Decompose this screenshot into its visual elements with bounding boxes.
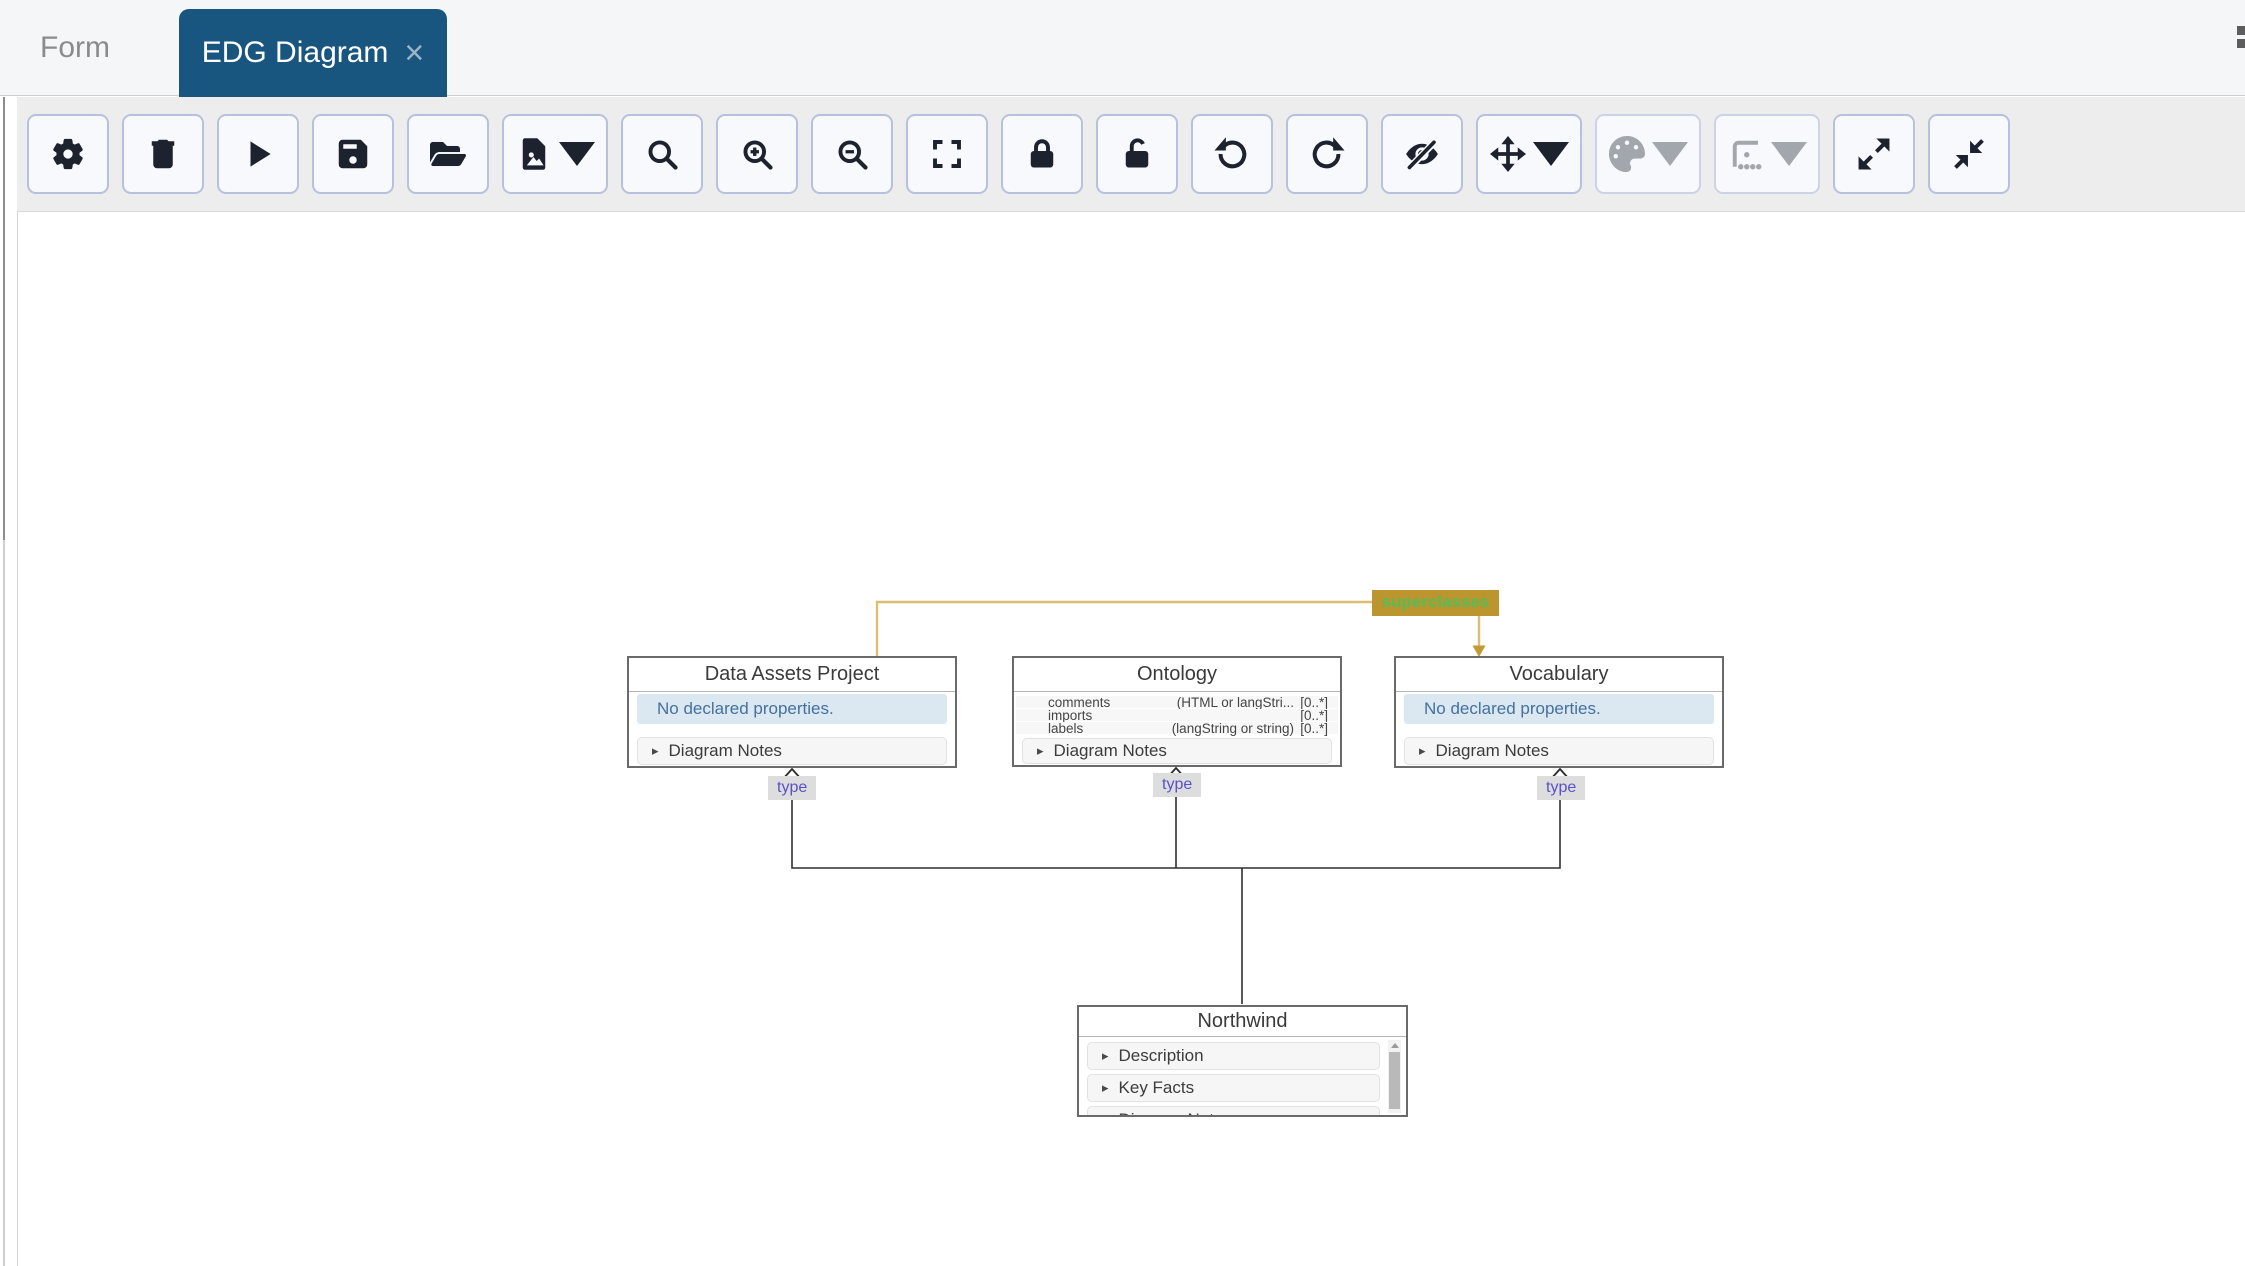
move-button[interactable] bbox=[1476, 114, 1582, 194]
expand-caret-icon: ▸ bbox=[1102, 1112, 1109, 1115]
node-data-assets-project[interactable]: Data Assets Project No declared properti… bbox=[627, 656, 957, 768]
expand-caret-icon: ▸ bbox=[1419, 743, 1426, 758]
node-title: Northwind bbox=[1079, 1007, 1406, 1037]
expand-caret-icon: ▸ bbox=[1102, 1048, 1109, 1063]
unlock-button[interactable] bbox=[1096, 114, 1178, 194]
search-button[interactable] bbox=[621, 114, 703, 194]
diagram-notes-section[interactable]: ▸ Diagram Notes bbox=[1022, 738, 1332, 764]
section-label: Key Facts bbox=[1118, 1078, 1195, 1097]
hide-button[interactable] bbox=[1381, 114, 1463, 194]
property-row[interactable]: comments (HTML or langStri... [0..*] bbox=[1016, 695, 1338, 710]
close-icon[interactable]: × bbox=[404, 36, 424, 70]
no-properties-text: No declared properties. bbox=[1424, 699, 1601, 718]
tab-bar: Form EDG Diagram × bbox=[0, 0, 2245, 97]
chevron-down-icon bbox=[1532, 142, 1569, 166]
edge-label-type-3[interactable]: type bbox=[1537, 776, 1586, 800]
edge-label-superclasses[interactable]: superclasses bbox=[1372, 590, 1500, 616]
node-title: Data Assets Project bbox=[629, 658, 955, 692]
diagram-notes-section[interactable]: ▸ Diagram Notes bbox=[1087, 1106, 1380, 1115]
settings-button[interactable] bbox=[27, 114, 109, 194]
expand-button[interactable] bbox=[1833, 114, 1915, 194]
section-label: Diagram Notes bbox=[1119, 1110, 1232, 1115]
tab-form-label: Form bbox=[40, 31, 110, 64]
canvas-left-border bbox=[17, 212, 18, 1266]
save-button[interactable] bbox=[312, 114, 394, 194]
chevron-down-icon bbox=[558, 142, 595, 166]
node-vocabulary[interactable]: Vocabulary No declared properties. ▸ Dia… bbox=[1394, 656, 1724, 768]
redo-button[interactable] bbox=[1286, 114, 1368, 194]
undo-button[interactable] bbox=[1191, 114, 1273, 194]
chevron-down-icon bbox=[1651, 142, 1688, 166]
node-title: Vocabulary bbox=[1396, 658, 1722, 692]
property-row[interactable]: labels (langString or string) [0..*] bbox=[1016, 720, 1338, 736]
tab-form[interactable]: Form bbox=[40, 0, 110, 96]
tab-edg-diagram-label: EDG Diagram bbox=[201, 36, 389, 69]
property-name: labels bbox=[1048, 720, 1084, 736]
expand-caret-icon: ▸ bbox=[1037, 743, 1044, 758]
no-properties-row: No declared properties. bbox=[1404, 694, 1714, 724]
fullscreen-button[interactable] bbox=[906, 114, 988, 194]
property-row[interactable]: imports [0..*] bbox=[1016, 708, 1338, 723]
diagram-toolbar bbox=[17, 97, 2245, 212]
border-style-button bbox=[1714, 114, 1820, 194]
lock-button[interactable] bbox=[1001, 114, 1083, 194]
open-button[interactable] bbox=[407, 114, 489, 194]
edge-label-type-1[interactable]: type bbox=[768, 776, 817, 800]
node-scrollbar[interactable] bbox=[1388, 1040, 1401, 1113]
run-button[interactable] bbox=[217, 114, 299, 194]
left-scrollbar-thumb[interactable] bbox=[3, 97, 5, 540]
scrollbar-thumb[interactable] bbox=[1389, 1052, 1400, 1109]
export-image-button[interactable] bbox=[502, 114, 608, 194]
node-northwind[interactable]: Northwind ▸ Description ▸ Key Facts ▸ Di… bbox=[1077, 1005, 1408, 1117]
property-cardinality: [0..*] bbox=[1300, 720, 1328, 736]
app-window: Form EDG Diagram × superclasses type typ… bbox=[0, 0, 2245, 1266]
chevron-down-icon bbox=[1770, 142, 1807, 166]
color-palette-button bbox=[1595, 114, 1701, 194]
expand-caret-icon: ▸ bbox=[652, 743, 659, 758]
scroll-up-icon[interactable] bbox=[1390, 1043, 1399, 1048]
key-facts-section[interactable]: ▸ Key Facts bbox=[1087, 1074, 1380, 1102]
tab-edg-diagram[interactable]: EDG Diagram × bbox=[179, 9, 447, 97]
delete-button[interactable] bbox=[122, 114, 204, 194]
property-type: (langString or string) bbox=[1171, 720, 1294, 736]
zoom-out-button[interactable] bbox=[811, 114, 893, 194]
no-properties-row: No declared properties. bbox=[637, 694, 947, 724]
section-label: Diagram Notes bbox=[1435, 741, 1549, 760]
section-label: Diagram Notes bbox=[1053, 741, 1167, 760]
node-ontology[interactable]: Ontology comments (HTML or langStri... [… bbox=[1012, 656, 1342, 767]
collapse-button[interactable] bbox=[1928, 114, 2010, 194]
section-label: Description bbox=[1118, 1046, 1204, 1065]
description-section[interactable]: ▸ Description bbox=[1087, 1042, 1380, 1070]
edge-label-type-2[interactable]: type bbox=[1153, 773, 1202, 797]
left-scrollbar-track[interactable] bbox=[3, 540, 5, 1266]
diagram-notes-section[interactable]: ▸ Diagram Notes bbox=[1404, 737, 1714, 765]
no-properties-text: No declared properties. bbox=[657, 699, 834, 718]
diagram-notes-section[interactable]: ▸ Diagram Notes bbox=[637, 737, 947, 765]
zoom-in-button[interactable] bbox=[716, 114, 798, 194]
window-grip-icon bbox=[2237, 26, 2245, 54]
node-title: Ontology bbox=[1014, 658, 1340, 692]
expand-caret-icon: ▸ bbox=[1102, 1080, 1109, 1095]
section-label: Diagram Notes bbox=[668, 741, 782, 760]
